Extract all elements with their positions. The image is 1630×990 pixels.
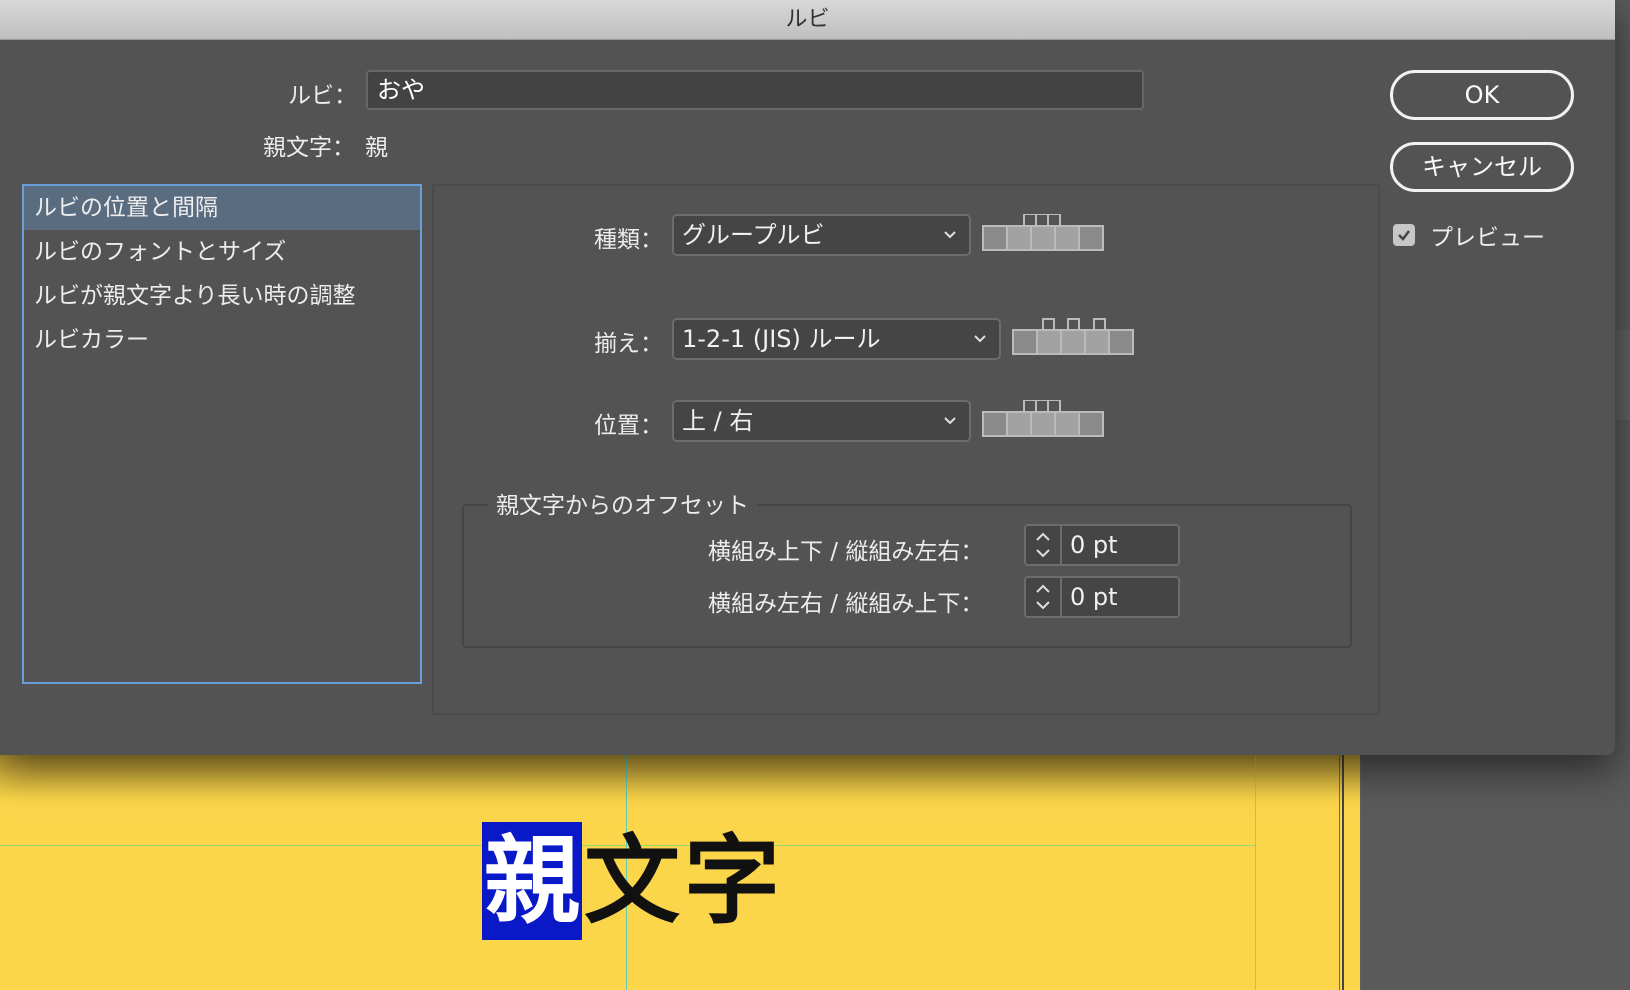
chevron-down-icon bbox=[944, 417, 956, 425]
ruby-dialog: ルビ ルビ： おや 親文字： 親 ルビの位置と間隔 ルビのフォントとサイズ ルビ… bbox=[0, 0, 1615, 755]
group-ruby-glyph-icon bbox=[982, 214, 1106, 252]
base-text-label: 親文字： bbox=[263, 135, 355, 161]
stepper-arrows-icon[interactable] bbox=[1026, 526, 1062, 564]
align-dropdown[interactable]: 1-2-1 (JIS) ルール bbox=[672, 318, 1001, 360]
above-right-glyph-icon bbox=[982, 400, 1106, 438]
bleed-guide bbox=[1339, 740, 1340, 990]
type-dropdown[interactable]: グループルビ bbox=[672, 214, 971, 256]
category-list[interactable]: ルビの位置と間隔 ルビのフォントとサイズ ルビが親文字より長い時の調整 ルビカラ… bbox=[22, 184, 422, 684]
offset-y-value[interactable]: 0 pt bbox=[1070, 578, 1118, 616]
title-bar[interactable]: ルビ bbox=[0, 0, 1615, 40]
dialog-title: ルビ bbox=[785, 7, 830, 32]
offset-group bbox=[462, 504, 1352, 648]
preview-checkbox[interactable] bbox=[1393, 224, 1415, 246]
page-edge bbox=[1342, 740, 1344, 990]
document-text[interactable]: 親 文 字 bbox=[482, 822, 782, 940]
doc-char[interactable]: 字 bbox=[682, 822, 782, 940]
offset-x-value[interactable]: 0 pt bbox=[1070, 526, 1118, 564]
selected-char[interactable]: 親 bbox=[482, 822, 582, 940]
offset-x-stepper[interactable]: 0 pt bbox=[1024, 524, 1180, 566]
preview-label[interactable]: プレビュー bbox=[1430, 218, 1545, 252]
ruby-label: ルビ： bbox=[288, 83, 357, 109]
chevron-down-icon bbox=[974, 335, 986, 343]
chevron-down-icon bbox=[944, 231, 956, 239]
type-value: グループルビ bbox=[682, 221, 825, 249]
ok-button[interactable]: OK bbox=[1390, 70, 1574, 120]
stepper-arrows-icon[interactable] bbox=[1026, 578, 1062, 616]
position-value: 上 / 右 bbox=[682, 407, 754, 435]
position-dropdown[interactable]: 上 / 右 bbox=[672, 400, 971, 442]
offset-group-title: 親文字からのオフセット bbox=[488, 486, 757, 520]
category-item-overhang[interactable]: ルビが親文字より長い時の調整 bbox=[24, 274, 420, 318]
ruby-text-field[interactable]: おや bbox=[366, 70, 1144, 110]
doc-char[interactable]: 文 bbox=[582, 822, 682, 940]
cancel-button[interactable]: キャンセル bbox=[1390, 142, 1574, 192]
category-item-font-size[interactable]: ルビのフォントとサイズ bbox=[24, 230, 420, 274]
jis-121-rule-glyph-icon bbox=[1012, 318, 1136, 356]
category-item-position-spacing[interactable]: ルビの位置と間隔 bbox=[24, 186, 420, 230]
type-label: 種類： bbox=[594, 227, 663, 253]
checkmark-icon bbox=[1398, 230, 1410, 241]
panel-tab bbox=[1616, 330, 1630, 420]
align-value: 1-2-1 (JIS) ルール bbox=[682, 325, 881, 353]
offset-x-label: 横組み上下 / 縦組み左右： bbox=[708, 539, 984, 565]
category-item-color[interactable]: ルビカラー bbox=[24, 318, 420, 362]
base-text-value: 親 bbox=[365, 135, 388, 161]
offset-y-label: 横組み左右 / 縦組み上下： bbox=[708, 591, 984, 617]
margin-guide bbox=[1255, 740, 1256, 990]
position-label: 位置： bbox=[594, 413, 663, 439]
offset-y-stepper[interactable]: 0 pt bbox=[1024, 576, 1180, 618]
align-label: 揃え： bbox=[594, 331, 663, 357]
